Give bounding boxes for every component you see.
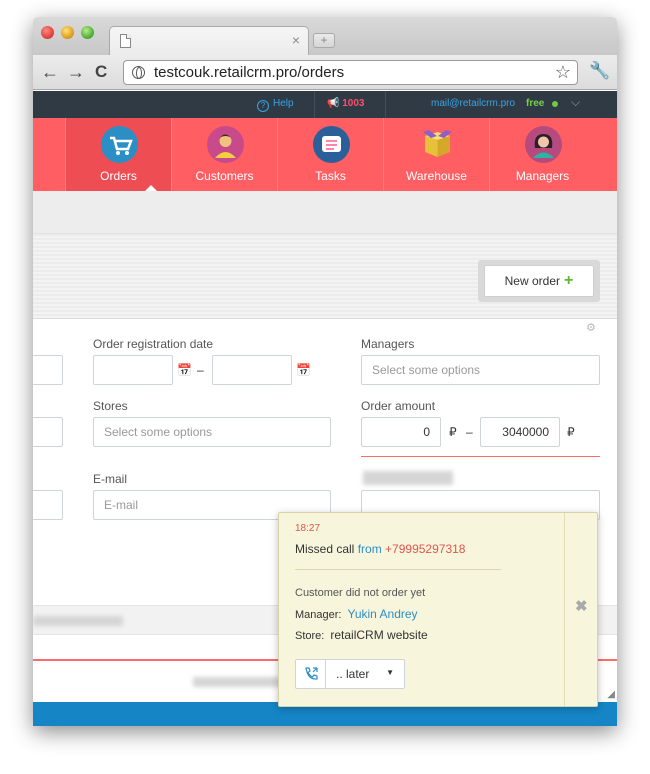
call-from-word: from [357,542,382,556]
minimize-window-button[interactable] [61,26,74,39]
plan-badge: free [526,98,545,109]
url-text: testcouk.retailcrm.pro/orders [154,64,345,81]
megaphone-icon: 📢 [327,98,343,109]
left-partial-input[interactable] [33,490,63,520]
browser-toolbar: ← → C testcouk.retailcrm.pro/orders ☆ 🔧 [33,55,617,90]
customer-avatar-icon [207,126,244,163]
blurred-text [33,616,123,626]
resize-grip-icon[interactable]: ◢ [607,689,615,700]
amount-from-input[interactable]: 0 [361,417,441,447]
store-value: retailCRM website [330,628,428,642]
email-label: E-mail [93,472,128,486]
order-amount-label: Order amount [361,399,436,413]
manager-label: Manager: [295,609,342,621]
currency-sign: ₽ [567,425,575,439]
amount-divider [361,456,600,457]
customer-status: Customer did not order yet [295,587,426,599]
nav-label: Customers [195,169,254,183]
blurred-label [363,471,453,485]
new-tab-button[interactable]: + [313,33,335,48]
tab-close-icon[interactable]: × [292,32,300,48]
currency-sign: ₽ [449,425,457,439]
stores-label: Stores [93,399,128,413]
nav-tasks[interactable]: Tasks [277,118,383,191]
managers-select[interactable]: Select some options [361,355,600,385]
tab-strip: × + [33,17,617,55]
main-nav: Orders Customers Tasks Warehouse Manager… [33,118,617,191]
back-arrow-icon[interactable]: ← [41,60,59,84]
reload-icon[interactable]: C [95,60,107,84]
new-order-label: New order [504,274,560,288]
close-icon[interactable]: ✖ [575,597,588,615]
caller-phone[interactable]: +79995297318 [385,542,465,556]
browser-tab[interactable]: × [109,26,309,55]
amount-to-input[interactable]: 3040000 [480,417,560,447]
new-order-wrapper: New order + [478,260,600,302]
chevron-down-icon[interactable]: ⌵ [571,95,580,110]
sub-toolbar [33,191,617,233]
address-bar[interactable]: testcouk.retailcrm.pro/orders ☆ [123,60,578,85]
missed-call-popup: 18:27 Missed call from +79995297318 Cust… [278,512,598,707]
store-label: Store: [295,630,325,642]
close-window-button[interactable] [41,26,54,39]
stores-select[interactable]: Select some options [93,417,331,447]
call-title-text: Missed call [295,542,355,556]
manager-avatar-icon [525,126,562,163]
date-range-dash: – [197,363,204,377]
nav-label: Orders [100,169,137,183]
divider [314,91,315,118]
calendar-icon[interactable]: 📅 [177,363,192,377]
help-icon: ? [257,100,269,112]
wrench-icon[interactable]: 🔧 [589,61,610,81]
manager-row: Manager: Yukin Andrey [295,607,418,621]
nav-customers[interactable]: Customers [171,118,277,191]
cart-icon [101,126,138,163]
date-from-input[interactable] [93,355,173,385]
tasks-list-icon [313,126,350,163]
new-order-button[interactable]: New order + [484,265,594,297]
calls-count: 1003 [342,98,365,109]
store-row: Store: retailCRM website [295,628,428,642]
globe-icon [132,66,145,79]
user-email[interactable]: mail@retailcrm.pro [431,98,515,109]
zoom-window-button[interactable] [81,26,94,39]
nav-managers[interactable]: Managers [489,118,595,191]
calendar-icon[interactable]: 📅 [296,363,311,377]
call-title: Missed call from +79995297318 [295,542,465,556]
page-header: New order + [33,233,617,319]
bookmark-star-icon[interactable]: ☆ [555,62,571,83]
call-time: 18:27 [295,523,321,534]
order-date-label: Order registration date [93,337,214,351]
nav-label: Managers [515,169,570,183]
browser-window: × + ← → C testcouk.retailcrm.pro/orders … [33,17,617,726]
dropdown-caret-icon[interactable]: ▼ [386,668,394,677]
manager-link[interactable]: Yukin Andrey [347,607,417,621]
phone-callback-icon[interactable] [296,660,326,688]
app-top-bar: ? Help 📢 1003 mail@retailcrm.pro free ⌵ [33,91,617,118]
managers-label: Managers [361,337,415,351]
popup-side-panel: ✖ [564,513,597,706]
popup-divider [295,569,501,570]
plus-icon: + [564,272,574,289]
online-status-dot [552,101,558,107]
left-partial-input[interactable] [33,355,63,385]
nav-label: Tasks [315,169,346,183]
gear-icon[interactable]: ⚙ [586,321,596,334]
nav-orders[interactable]: Orders [65,118,171,191]
page-icon [120,34,131,48]
nav-label: Warehouse [406,169,467,183]
nav-warehouse[interactable]: Warehouse [383,118,489,191]
calls-counter[interactable]: 📢 1003 [327,98,364,109]
later-label: .. later [336,667,370,681]
left-partial-input[interactable] [33,417,63,447]
forward-arrow-icon[interactable]: → [67,60,85,84]
amount-range-dash: – [466,425,473,439]
date-to-input[interactable] [212,355,292,385]
help-link[interactable]: ? Help [257,98,294,112]
help-label: Help [273,98,294,109]
divider [385,91,386,118]
call-later-button[interactable]: .. later ▼ [295,659,405,689]
warehouse-box-icon [419,126,456,163]
